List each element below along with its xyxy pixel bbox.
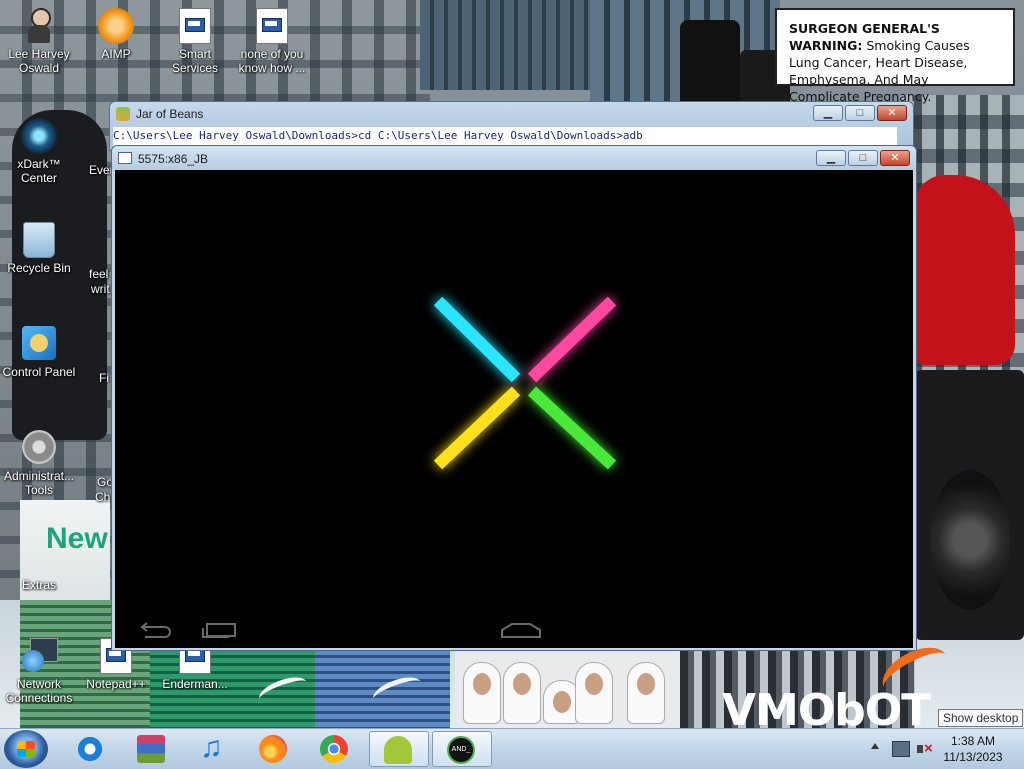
desktop-icon-partial-label[interactable]: Ch (95, 490, 110, 504)
minimize-button[interactable]: ▁ (813, 105, 843, 121)
desktop-icon-label: Extras (21, 578, 56, 592)
show-hidden-icons-icon[interactable] (871, 743, 879, 749)
wallpaper-new-box-text: New (46, 522, 108, 555)
chrome-icon (320, 735, 348, 763)
xdark-icon (21, 118, 57, 154)
window-controls: ▁ □ ✕ (813, 105, 907, 121)
wallpaper-brand-text: VMObOT (722, 685, 931, 728)
close-button[interactable]: ✕ (877, 105, 907, 121)
desktop-icon-label: Center (20, 171, 58, 185)
desktop-icon-label: Smart (178, 47, 211, 61)
desktop-icon-network-connections[interactable]: Network Connections (0, 638, 78, 705)
desktop-icon-label: Notepad++ (86, 677, 146, 691)
aimp-icon (98, 8, 134, 44)
minimize-icon: ▁ (826, 152, 836, 164)
wallpaper-speaker-head (680, 20, 740, 110)
taskbar-winrar[interactable] (123, 731, 179, 767)
window-controls: ▁ □ ✕ (816, 150, 910, 166)
desktop-icon-label: Lee Harvey (8, 47, 70, 61)
desktop-icon-label: none of you (240, 47, 304, 61)
desktop-icon-extras[interactable]: Extras (0, 578, 78, 592)
network-tray-icon[interactable] (892, 741, 910, 757)
clock-time: 1:38 AM (950, 734, 996, 748)
desktop-icon-smart-services[interactable]: Smart Services (156, 8, 234, 75)
desktop-icon-label: Enderman... (162, 677, 228, 691)
taskbar-jar-of-beans[interactable]: AND_ (432, 731, 492, 767)
desktop-icon-partial-label[interactable]: Fi (99, 371, 109, 385)
taskbar: AND_ 1:38 AM 11/13/2023 (0, 728, 1024, 769)
recycle-bin-icon (23, 222, 55, 258)
desktop-icon-label: Recycle Bin (7, 261, 71, 275)
document-icon (256, 8, 288, 44)
wallpaper-building-mid (420, 0, 590, 90)
android-terminal-icon: AND_ (447, 736, 475, 764)
winrar-icon (137, 735, 165, 763)
nav-home-icon[interactable] (500, 622, 542, 638)
wallpaper-red-arm (915, 175, 1015, 365)
jar-of-beans-window[interactable]: Jar of Beans ▁ □ ✕ C:\Users\Lee Harvey O… (109, 101, 914, 151)
desktop-icon-partial-label[interactable]: feel (89, 267, 108, 281)
desktop-icon-label: Control Panel (2, 365, 76, 379)
desktop-icon-partial-label[interactable]: writ (91, 282, 110, 296)
close-button[interactable]: ✕ (880, 150, 910, 166)
show-desktop-tooltip: Show desktop (938, 709, 1024, 727)
taskbar-android-emulator[interactable] (369, 731, 429, 767)
nav-back-icon[interactable] (137, 622, 173, 638)
firefox-icon (259, 735, 287, 763)
start-button[interactable] (4, 730, 48, 768)
window-title: 5575:x86_JB (138, 152, 209, 166)
emulator-titlebar[interactable]: 5575:x86_JB ▁ □ ✕ (112, 146, 916, 170)
admin-tools-icon (22, 430, 56, 464)
taskbar-music-player[interactable] (184, 731, 240, 767)
control-panel-icon (22, 326, 56, 360)
minimize-icon: ▁ (823, 107, 833, 119)
maximize-icon: □ (856, 107, 864, 119)
clock[interactable]: 1:38 AM 11/13/2023 (940, 733, 1006, 765)
clock-date: 11/13/2023 (943, 750, 1003, 764)
desktop-icon-aimp[interactable]: AIMP (77, 8, 155, 61)
desktop-icon-partial-label[interactable]: Ever (89, 163, 114, 177)
taskbar-chrome[interactable] (306, 731, 362, 767)
volume-muted-icon[interactable] (917, 740, 933, 757)
nav-recent-apps-icon[interactable] (201, 622, 239, 638)
maximize-button[interactable]: □ (845, 105, 875, 121)
desktop-icon-lee-harvey-oswald[interactable]: Lee Harvey Oswald (0, 8, 78, 75)
music-player-icon (198, 731, 226, 765)
document-icon (179, 8, 211, 44)
desktop-icon-label: Oswald (18, 61, 59, 75)
desktop-icon-label: know how ... (238, 61, 306, 75)
taskbar-internet-explorer[interactable] (62, 731, 118, 767)
taskbar-firefox[interactable] (245, 731, 301, 767)
desktop-icon-label: xDark™ (17, 157, 61, 171)
desktop-icon-recycle-bin[interactable]: Recycle Bin (0, 222, 78, 275)
close-icon: ✕ (890, 152, 900, 164)
window-title: Jar of Beans (136, 107, 204, 121)
desktop-icon-label: Administrat... (3, 469, 75, 483)
person-icon (25, 8, 53, 44)
desktop-icon-xdark-center[interactable]: xDark™ Center (0, 118, 78, 185)
minimize-button[interactable]: ▁ (816, 150, 846, 166)
desktop-icon-label: Tools (24, 483, 53, 497)
nexus-x-boot-logo (433, 296, 617, 470)
emulator-window[interactable]: 5575:x86_JB ▁ □ ✕ (111, 145, 917, 651)
window-app-icon (118, 152, 132, 164)
jar-icon (116, 107, 130, 121)
desktop-icon-administrative-tools[interactable]: Administrat... Tools (0, 430, 78, 497)
desktop-icon-label: AIMP (101, 47, 131, 61)
wallpaper-speaker-cone (930, 470, 1010, 610)
network-icon (22, 638, 58, 672)
desktop-icon-control-panel[interactable]: Control Panel (0, 326, 78, 379)
desktop-icon-none-of-you[interactable]: none of you know how ... (233, 8, 311, 75)
android-screen[interactable] (115, 170, 913, 648)
wallpaper-toilets (455, 650, 680, 728)
android-icon (384, 736, 412, 764)
maximize-icon: □ (859, 152, 867, 164)
desktop-icon-label: Connections (5, 691, 73, 705)
desktop-icon-label: Network (16, 677, 61, 691)
desktop-icon-label: Services (171, 61, 218, 75)
close-icon: ✕ (887, 107, 897, 119)
internet-explorer-icon (76, 735, 104, 763)
maximize-button[interactable]: □ (848, 150, 878, 166)
surgeon-general-warning: SURGEON GENERAL'S WARNING: Smoking Cause… (775, 8, 1015, 104)
